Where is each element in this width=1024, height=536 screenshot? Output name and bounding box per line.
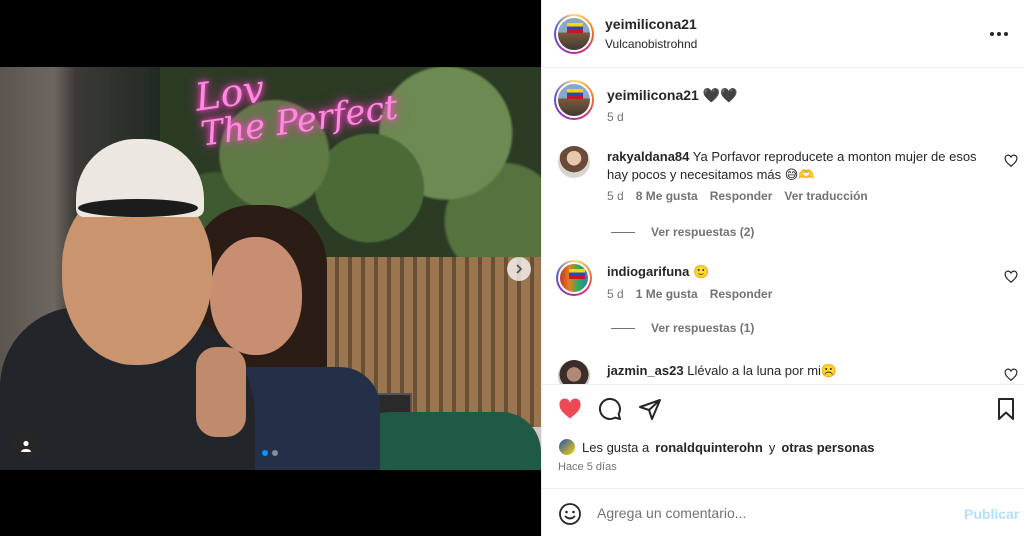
author-avatar[interactable] [554,14,594,54]
user-tag-icon [21,440,31,452]
liker-avatar[interactable] [558,438,576,456]
comment-username[interactable]: rakyaldana84 [607,149,689,164]
comment-time[interactable]: 5 d [607,287,624,301]
comment-time[interactable]: 5 d [607,189,624,203]
comment-icon[interactable] [598,397,622,421]
comment-text: 🙂 [692,264,710,279]
comment-avatar[interactable] [558,146,590,178]
replies-divider [611,231,635,233]
bookmark-icon[interactable] [994,397,1018,421]
post-side-panel: yeimilicona21 Vulcanobistrohnd yeimilico… [541,0,1024,536]
cap-brim [78,199,198,217]
carousel-indicator [262,450,278,456]
caption-username[interactable]: yeimilicona21 [607,87,699,103]
post-location[interactable]: Vulcanobistrohnd [605,37,697,51]
carousel-dot-2 [272,450,278,456]
post-timestamp[interactable]: Hace 5 días [558,461,617,473]
emoji-icon[interactable] [558,502,582,526]
add-comment-bar: Publicar [542,488,1024,536]
comment-likes[interactable]: 1 Me gusta [636,287,698,301]
carousel-dot-1 [262,450,268,456]
carousel-next-button[interactable] [507,257,531,281]
post-media: Lov The Perfect [0,0,541,536]
comments-list[interactable]: yeimilicona21 🖤🖤 5 d rakyaldana84 Ya Por… [542,68,1024,384]
comment-like-heart-icon[interactable] [1004,368,1018,382]
caption-avatar[interactable] [554,80,594,120]
comment-like-heart-icon[interactable] [1004,154,1018,168]
chevron-right-icon [516,264,523,274]
comment-meta: 5 d 1 Me gusta Responder [607,287,772,301]
view-replies-label: Ver respuestas (2) [651,225,755,239]
comment-meta: 5 d 8 Me gusta Responder Ver traducción [607,189,868,203]
more-options-icon[interactable] [987,24,1011,44]
translate-button[interactable]: Ver traducción [784,189,867,203]
woman-face [210,237,302,355]
comment-username[interactable]: indiogarifuna [607,264,689,279]
comment-reply-button[interactable]: Responder [710,189,773,203]
caption-text: 🖤🖤 [702,87,738,103]
share-icon[interactable] [638,397,662,421]
likes-prefix: Les gusta a [582,439,650,455]
replies-divider [611,327,635,329]
likes-summary: Les gusta a ronaldquinterohn y otras per… [558,438,875,456]
comment-avatar[interactable] [556,260,592,296]
likes-others-link[interactable]: otras personas [781,440,874,455]
post-actions [542,384,1024,432]
comment-likes[interactable]: 8 Me gusta [636,189,698,203]
comment-input[interactable] [597,501,947,525]
caption-time[interactable]: 5 d [607,110,624,124]
user-tag-button[interactable] [12,432,40,460]
comment-username[interactable]: jazmin_as23 [607,363,684,378]
comment-avatar[interactable] [558,360,590,384]
view-replies-button[interactable]: Ver respuestas (1) [611,321,754,335]
comment-reply-button[interactable]: Responder [710,287,773,301]
author-username[interactable]: yeimilicona21 [605,16,697,32]
view-replies-label: Ver respuestas (1) [651,321,755,335]
woman-arm [196,347,246,437]
heart-icon[interactable] [558,397,582,421]
post-photo[interactable]: Lov The Perfect [0,67,541,470]
comment-text: Llévalo a la luna por mi☹️ [687,363,838,378]
post-header: yeimilicona21 Vulcanobistrohnd [542,0,1024,68]
comment-like-heart-icon[interactable] [1004,270,1018,284]
view-replies-button[interactable]: Ver respuestas (2) [611,225,754,239]
liker-username[interactable]: ronaldquinterohn [655,440,763,455]
likes-connector: y [768,439,776,455]
publish-button[interactable]: Publicar [964,506,1019,522]
